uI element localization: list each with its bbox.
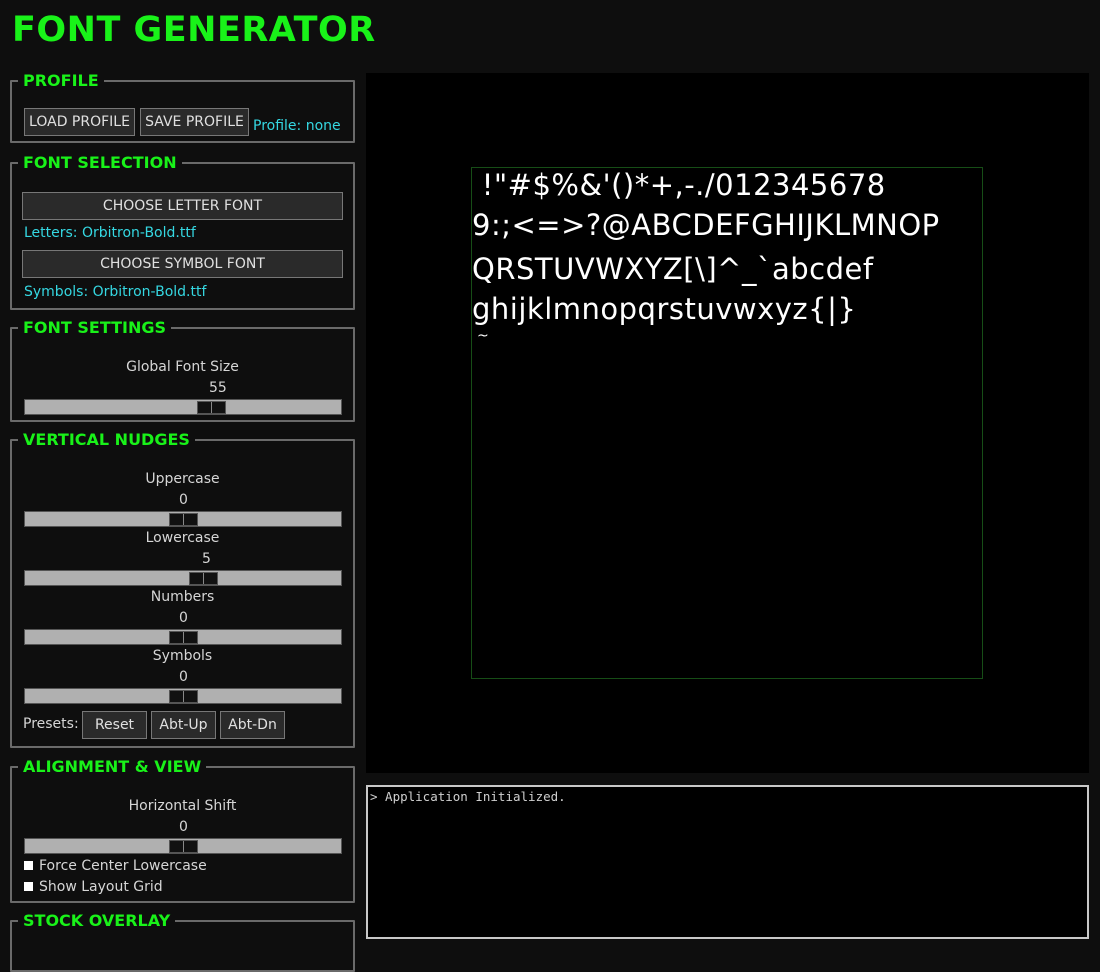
preset-abt-up-button[interactable]: Abt-Up [151,711,216,739]
checkbox-box-icon [24,861,33,870]
preset-reset-button[interactable]: Reset [82,711,147,739]
font-size-value: 55 [209,380,227,396]
profile-status: Profile: none [253,118,341,134]
save-profile-button[interactable]: SAVE PROFILE [140,108,249,136]
glyph-row: ~ [472,328,490,344]
alignment-legend: ALIGNMENT & VIEW [23,757,202,776]
uppercase-label: Uppercase [145,471,220,487]
font-selection-section: FONT SELECTION CHOOSE LETTER FONT Letter… [10,154,355,310]
symbols-slider-thumb[interactable] [169,690,198,703]
glyph-row: !"#$%&'()*+,-./012345678 [472,168,886,202]
font-settings-section: FONT SETTINGS Global Font Size 55 [10,319,355,422]
preset-abt-dn-button[interactable]: Abt-Dn [220,711,285,739]
horizontal-shift-value: 0 [179,819,188,835]
choose-letter-font-button[interactable]: CHOOSE LETTER FONT [22,192,343,220]
show-grid-checkbox[interactable]: Show Layout Grid [24,879,163,895]
vertical-nudges-legend: VERTICAL NUDGES [23,430,190,449]
sidebar: PROFILE LOAD PROFILE SAVE PROFILE Profil… [0,0,362,972]
glyph-row: QRSTUVWXYZ[\]^_`abcdef [472,252,874,286]
show-grid-label: Show Layout Grid [39,879,163,895]
force-center-label: Force Center Lowercase [39,858,207,874]
font-size-slider[interactable] [24,399,342,415]
uppercase-slider-thumb[interactable] [169,513,198,526]
uppercase-value: 0 [179,492,188,508]
stock-overlay-legend: STOCK OVERLAY [23,911,171,930]
lowercase-value: 5 [202,551,211,567]
alignment-section: ALIGNMENT & VIEW Horizontal Shift 0 Forc… [10,758,355,903]
load-profile-button[interactable]: LOAD PROFILE [24,108,135,136]
numbers-value: 0 [179,610,188,626]
horizontal-shift-slider[interactable] [24,838,342,854]
presets-label: Presets: [23,716,79,732]
font-settings-legend: FONT SETTINGS [23,318,167,337]
lowercase-slider[interactable] [24,570,342,586]
log-line: > Application Initialized. [370,789,566,804]
numbers-label: Numbers [150,589,215,605]
horizontal-shift-label: Horizontal Shift [128,798,237,814]
horizontal-shift-slider-thumb[interactable] [169,840,198,853]
force-center-checkbox[interactable]: Force Center Lowercase [24,858,207,874]
glyph-atlas-canvas: !"#$%&'()*+,-./012345678 9:;<=>?@ABCDEFG… [471,167,983,679]
symbols-slider[interactable] [24,688,342,704]
numbers-slider-thumb[interactable] [169,631,198,644]
profile-legend: PROFILE [23,71,99,90]
uppercase-slider[interactable] [24,511,342,527]
vertical-nudges-section: VERTICAL NUDGES Uppercase 0 Lowercase 5 … [10,431,355,748]
profile-section: PROFILE LOAD PROFILE SAVE PROFILE Profil… [10,72,355,143]
glyph-row: 9:;<=>?@ABCDEFGHIJKLMNOP [472,208,940,242]
glyph-row: ghijklmnopqrstuvwxyz{|} [472,292,857,326]
lowercase-slider-thumb[interactable] [189,572,218,585]
font-size-label: Global Font Size [126,359,239,375]
symbols-value: 0 [179,669,188,685]
preview-panel: !"#$%&'()*+,-./012345678 9:;<=>?@ABCDEFG… [366,73,1089,773]
font-size-slider-thumb[interactable] [197,401,226,414]
log-console[interactable]: > Application Initialized. [366,785,1089,939]
choose-symbol-font-button[interactable]: CHOOSE SYMBOL FONT [22,250,343,278]
checkbox-box-icon [24,882,33,891]
symbols-label: Symbols [152,648,213,664]
symbol-font-file: Symbols: Orbitron-Bold.ttf [24,284,207,300]
numbers-slider[interactable] [24,629,342,645]
font-selection-legend: FONT SELECTION [23,153,177,172]
lowercase-label: Lowercase [145,530,220,546]
stock-overlay-section: STOCK OVERLAY [10,912,355,972]
letter-font-file: Letters: Orbitron-Bold.ttf [24,225,196,241]
